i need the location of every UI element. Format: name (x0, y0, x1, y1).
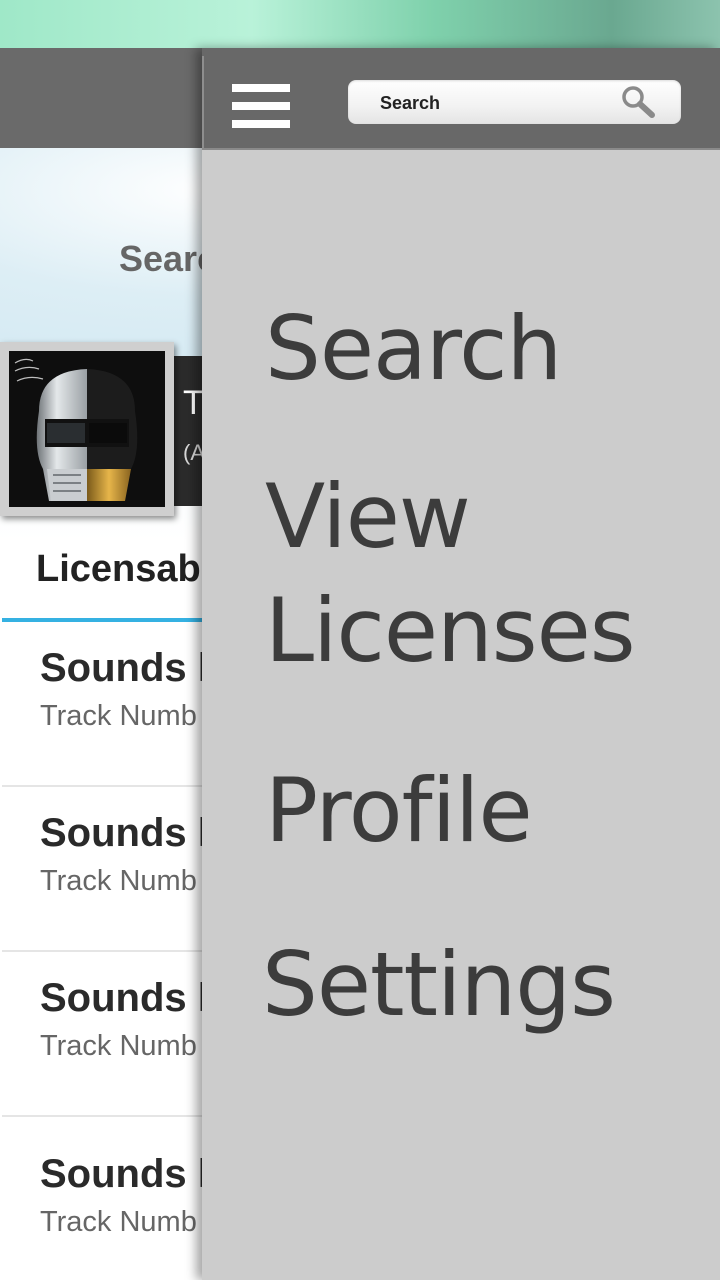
licensable-section-title: Licensab (36, 548, 201, 590)
menu-item-view-licenses[interactable]: View (265, 460, 471, 574)
track-number: Track Numb (40, 865, 197, 897)
track-title: Sounds l (40, 1152, 209, 1196)
helmet-artwork (9, 351, 165, 507)
navigation-drawer: Search View Licenses Profile Settings (202, 48, 720, 1280)
now-playing-title: T (183, 384, 204, 422)
album-art-image (9, 351, 165, 507)
track-number: Track Numb (40, 1206, 197, 1238)
track-title: Sounds l (40, 646, 209, 690)
menu-item-view-licenses-line2[interactable]: Licenses (265, 574, 636, 688)
search-box[interactable] (348, 80, 681, 124)
track-title: Sounds l (40, 811, 209, 855)
menu-item-search[interactable]: Search (265, 292, 562, 406)
track-number: Track Numb (40, 1030, 197, 1062)
header-divider (202, 56, 204, 148)
track-title: Sounds l (40, 976, 209, 1020)
status-bar (0, 0, 720, 48)
hamburger-menu-icon[interactable] (232, 84, 290, 128)
app-screen: Searc T (A Licensab Sounds l Track Numb … (0, 0, 720, 1280)
search-input[interactable] (378, 87, 612, 119)
drawer-header (202, 48, 720, 150)
menu-item-settings[interactable]: Settings (262, 928, 616, 1042)
menu-item-profile[interactable]: Profile (265, 754, 533, 868)
search-icon[interactable] (620, 85, 656, 119)
track-number: Track Numb (40, 700, 197, 732)
album-art (0, 342, 174, 516)
